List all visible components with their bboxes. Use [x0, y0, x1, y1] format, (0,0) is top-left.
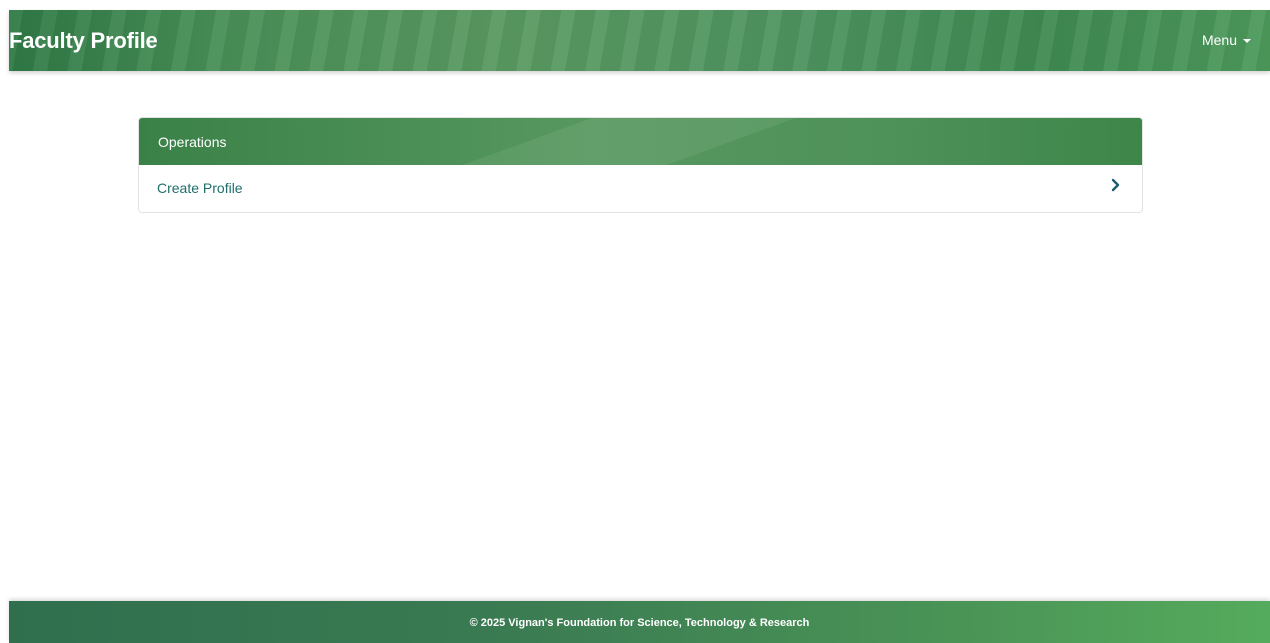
footer-copyright: © 2025 Vignan's Foundation for Science, … — [469, 617, 810, 629]
operations-card-header: Operations — [139, 118, 1142, 165]
top-navbar: Faculty Profile Menu — [9, 10, 1270, 71]
operations-card-title: Operations — [158, 134, 227, 150]
operations-card: Operations Create Profile — [138, 117, 1143, 213]
create-profile-label: Create Profile — [157, 180, 243, 196]
page: Faculty Profile Menu Operations Create P… — [0, 0, 1270, 643]
create-profile-link[interactable]: Create Profile — [139, 165, 1142, 211]
chevron-right-icon — [1111, 178, 1120, 192]
app-title[interactable]: Faculty Profile — [9, 28, 158, 54]
menu-dropdown-toggle[interactable]: Menu — [1202, 32, 1251, 48]
caret-down-icon — [1243, 38, 1251, 43]
menu-label: Menu — [1201, 32, 1237, 48]
page-footer: © 2025 Vignan's Foundation for Science, … — [9, 601, 1270, 643]
